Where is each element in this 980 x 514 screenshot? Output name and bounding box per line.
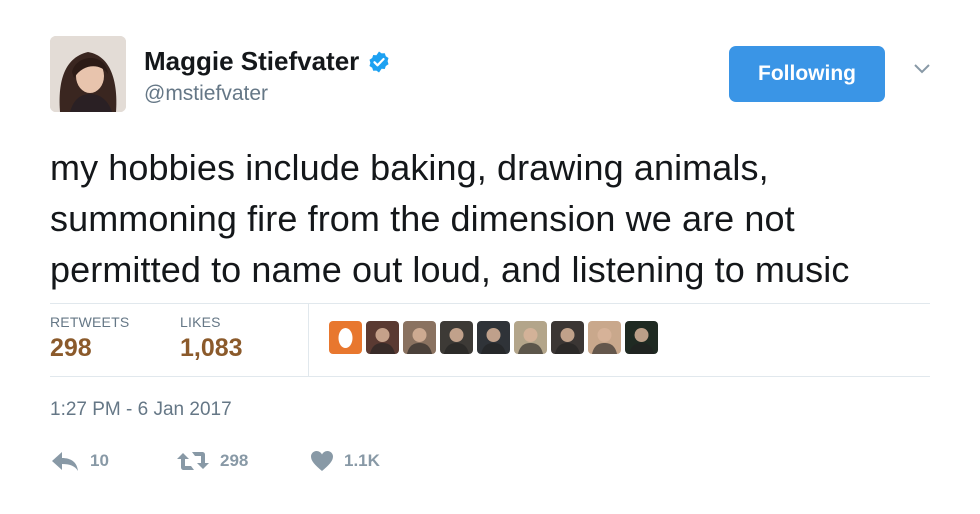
profile-photo-icon — [50, 36, 126, 112]
liker-avatar[interactable] — [403, 321, 436, 354]
retweets-stat[interactable]: RETWEETS 298 — [50, 314, 129, 363]
author-name-row[interactable]: Maggie Stiefvater — [144, 46, 391, 77]
stats-bottom-divider — [50, 376, 930, 377]
user-avatar-icon — [625, 321, 658, 354]
stats-top-divider — [50, 303, 930, 304]
following-button[interactable]: Following — [729, 46, 885, 102]
reply-action[interactable]: 10 — [50, 450, 109, 472]
retweets-label: RETWEETS — [50, 314, 130, 330]
reply-icon — [52, 452, 78, 471]
liker-avatars — [329, 321, 658, 354]
tweet-timestamp[interactable]: 1:27 PM - 6 Jan 2017 — [50, 399, 232, 421]
user-avatar-icon — [329, 321, 362, 354]
liker-avatar[interactable] — [329, 321, 362, 354]
user-avatar-icon — [588, 321, 621, 354]
liker-avatar[interactable] — [588, 321, 621, 354]
user-avatar-icon — [477, 321, 510, 354]
liker-avatar[interactable] — [514, 321, 547, 354]
likes-stat[interactable]: LIKES 1,083 — [180, 314, 243, 363]
liker-avatar[interactable] — [366, 321, 399, 354]
liker-avatar[interactable] — [477, 321, 510, 354]
reply-count: 10 — [90, 451, 109, 470]
tweet-text: my hobbies include baking, drawing anima… — [50, 147, 850, 290]
author-handle[interactable]: @mstiefvater — [144, 82, 268, 106]
liker-avatar[interactable] — [551, 321, 584, 354]
like-count: 1.1K — [344, 451, 380, 470]
likes-value: 1,083 — [180, 334, 243, 362]
author-avatar[interactable] — [50, 36, 126, 112]
chevron-down-icon[interactable] — [912, 62, 932, 76]
likes-label: LIKES — [180, 314, 221, 330]
retweet-count: 298 — [220, 451, 249, 470]
liker-avatar[interactable] — [440, 321, 473, 354]
like-action[interactable]: 1.1K — [310, 450, 380, 472]
verified-badge-icon — [369, 51, 389, 72]
user-avatar-icon — [551, 321, 584, 354]
retweet-action[interactable]: 298 — [176, 450, 248, 472]
user-avatar-icon — [514, 321, 547, 354]
stats-separator — [308, 304, 309, 376]
retweets-value: 298 — [50, 334, 92, 362]
heart-icon — [311, 451, 333, 471]
liker-avatar[interactable] — [625, 321, 658, 354]
user-avatar-icon — [440, 321, 473, 354]
user-avatar-icon — [403, 321, 436, 354]
user-avatar-icon — [366, 321, 399, 354]
retweet-icon — [177, 452, 209, 470]
author-name[interactable]: Maggie Stiefvater — [144, 46, 359, 77]
